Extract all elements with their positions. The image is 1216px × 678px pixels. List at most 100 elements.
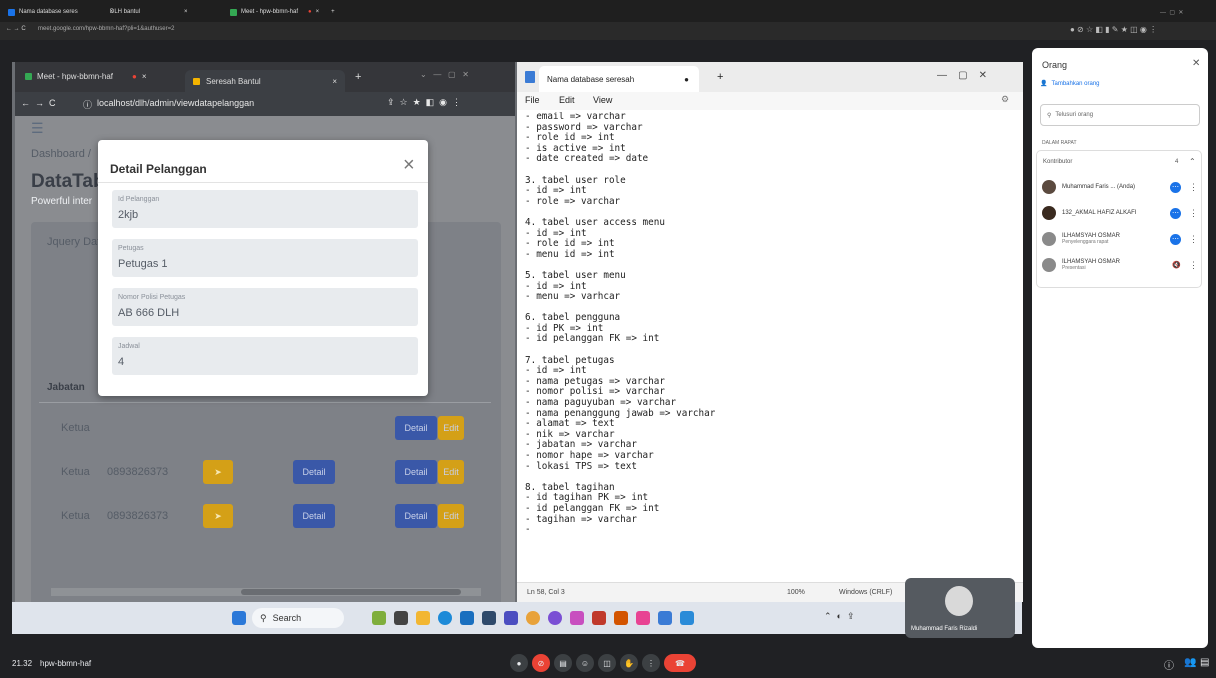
more-options-icon[interactable]: ⋯: [1170, 233, 1181, 245]
app-icon[interactable]: [504, 611, 518, 625]
extension-icons[interactable]: ● ⊘ ☆ ◧ ▮ ✎ ★ ◫ ◉ ⋮: [1070, 25, 1157, 34]
cursor-position: Ln 58, Col 3: [527, 589, 565, 596]
search-icon: ⚲: [260, 612, 267, 623]
chat-icon[interactable]: ▤: [1200, 657, 1209, 668]
outer-window-controls[interactable]: — ▢ ✕: [1160, 6, 1183, 18]
close-icon[interactable]: ✕: [1192, 58, 1200, 69]
nav-icons[interactable]: ← → C: [6, 26, 26, 32]
meeting-time: 21.32: [12, 659, 33, 668]
info-icon[interactable]: ⓘ: [83, 98, 92, 111]
menu-icon[interactable]: ⋮: [1189, 234, 1198, 245]
start-icon[interactable]: [232, 611, 246, 625]
meet-controls-bar: 21.32 hpw-bbmn-haf ● ⊘ ▤ ☺ ◫ ✋ ⋮ ☎ ⓘ 👥 ▤: [0, 648, 1216, 678]
notepad-text-area[interactable]: - email => varchar - password => varchar -…: [525, 112, 1005, 582]
menu-icon[interactable]: ⋮: [1189, 182, 1198, 193]
text-line: - nomor hape => varchar: [525, 450, 654, 461]
more-options-icon[interactable]: ⋯: [1170, 181, 1181, 193]
widgets-icon[interactable]: [372, 611, 386, 625]
tray-icons[interactable]: ⌃ ◐ ⇪: [824, 611, 855, 622]
camera-off-icon[interactable]: ⊘: [532, 654, 550, 672]
edit-button[interactable]: Edit: [438, 416, 464, 440]
menu-edit[interactable]: Edit: [559, 95, 575, 105]
detail-button[interactable]: Detail: [395, 460, 437, 484]
menu-icon[interactable]: ⋮: [1189, 208, 1198, 219]
avatar: [1042, 180, 1056, 194]
participant-row[interactable]: ILHAMSYAH OSMAR Penyelenggara rapat ⋯ ⋮: [1042, 228, 1198, 250]
chat-icon[interactable]: [548, 611, 562, 625]
new-tab-button[interactable]: +: [717, 71, 723, 83]
outer-tab-3[interactable]: Meet - hpw-bbmn-haf ● × +: [230, 6, 335, 18]
menu-icon[interactable]: ⋮: [1189, 260, 1198, 271]
jadwal-field[interactable]: Jadwal 4: [112, 337, 418, 375]
hang-up-button[interactable]: ☎: [664, 654, 696, 672]
breadcrumb[interactable]: Dashboard /: [31, 148, 91, 160]
app-icon[interactable]: [592, 611, 606, 625]
inner-tab-meet[interactable]: Meet - hpw-bbmn-haf ● ×: [25, 72, 147, 81]
add-people-button[interactable]: 👤 Tambahkan orang: [1040, 80, 1100, 88]
instagram-icon[interactable]: [636, 611, 650, 625]
app-icon[interactable]: [482, 611, 496, 625]
participant-row[interactable]: Muhammad Faris ... (Anda) ⋯ ⋮: [1042, 176, 1198, 198]
collapse-icon[interactable]: ⌃: [1189, 157, 1196, 166]
app-icon[interactable]: [614, 611, 628, 625]
location-icon-button[interactable]: ➤: [203, 460, 233, 484]
toolbar-icons[interactable]: ⇪ ☆ ★ ◧ ◉ ⋮: [387, 97, 461, 108]
self-video-tile[interactable]: Muhammad Faris Rizaldi: [905, 578, 1015, 638]
captions-icon[interactable]: ▤: [554, 654, 572, 672]
emoji-icon[interactable]: ☺: [576, 654, 594, 672]
raise-hand-icon[interactable]: ✋: [620, 654, 638, 672]
mic-icon[interactable]: ●: [510, 654, 528, 672]
app-icon[interactable]: [570, 611, 584, 625]
detail-button[interactable]: Detail: [395, 416, 437, 440]
more-options-icon[interactable]: ⋯: [1170, 207, 1181, 219]
store-icon[interactable]: [460, 611, 474, 625]
panel-title: Orang: [1042, 60, 1068, 70]
vscode-icon[interactable]: [680, 611, 694, 625]
edge-icon[interactable]: [438, 611, 452, 625]
outer-url[interactable]: meet.google.com/hpw-bbmn-haf?pli=1&authu…: [38, 26, 174, 32]
menu-view[interactable]: View: [593, 95, 612, 105]
menu-toggle-icon[interactable]: ☰: [31, 120, 44, 137]
info-icon[interactable]: ⓘ: [1164, 657, 1174, 672]
edit-button[interactable]: Edit: [438, 460, 464, 484]
settings-icon[interactable]: ⚙: [1001, 94, 1009, 105]
detail-button[interactable]: Detail: [395, 504, 437, 528]
notepad-taskbar-icon[interactable]: [658, 611, 672, 625]
notepad-tab[interactable]: Nama database seresah ●: [539, 66, 699, 92]
inner-tab-meet-label: Meet - hpw-bbmn-haf: [37, 72, 114, 81]
chrome-icon[interactable]: [526, 611, 540, 625]
inner-window-controls[interactable]: ⌄ — ▢ ✕: [420, 70, 469, 79]
line-ending: Windows (CRLF): [839, 589, 893, 596]
edit-button[interactable]: Edit: [438, 504, 464, 528]
more-options-icon[interactable]: ⋮: [642, 654, 660, 672]
present-icon[interactable]: ◫: [598, 654, 616, 672]
inner-url[interactable]: localhost/dlh/admin/viewdatapelanggan: [97, 98, 254, 108]
field-label: Id Pelanggan: [118, 196, 160, 203]
close-icon[interactable]: ×: [403, 154, 415, 177]
taskbar-search[interactable]: ⚲ Search: [252, 608, 344, 628]
location-icon-button[interactable]: ➤: [203, 504, 233, 528]
detail-button[interactable]: Detail: [293, 460, 335, 484]
inner-tab-seresah[interactable]: Seresah Bantul ×: [185, 70, 345, 92]
nomor-polisi-field[interactable]: Nomor Polisi Petugas AB 666 DLH: [112, 288, 418, 326]
detail-button[interactable]: Detail: [293, 504, 335, 528]
id-pelanggan-field[interactable]: Id Pelanggan 2kjb: [112, 190, 418, 228]
task-view-icon[interactable]: [394, 611, 408, 625]
petugas-field[interactable]: Petugas Petugas 1: [112, 239, 418, 277]
search-people-input[interactable]: ⚲ Telusuri orang: [1040, 104, 1200, 126]
nav-icons[interactable]: ← → C: [21, 98, 56, 108]
file-explorer-icon[interactable]: [416, 611, 430, 625]
participant-row[interactable]: ILHAMSYAH OSMAR Presentasi 🔇 ⋮: [1042, 254, 1198, 276]
group-label[interactable]: Kontributor: [1043, 159, 1072, 165]
people-icon[interactable]: 👥: [1184, 657, 1196, 668]
horizontal-scrollbar[interactable]: [51, 588, 481, 596]
outer-tab-1[interactable]: Nama database seres ×: [8, 6, 113, 18]
participant-row[interactable]: 132_AKMAL HAFIZ ALKAFI ⋯ ⋮: [1042, 202, 1198, 224]
new-tab-button[interactable]: +: [355, 71, 361, 83]
notepad-window-controls[interactable]: — ▢ ✕: [937, 70, 987, 81]
outer-tab-2[interactable]: DLH bantul ×: [110, 6, 188, 18]
menu-file[interactable]: File: [525, 95, 540, 105]
scrollbar-thumb[interactable]: [241, 589, 461, 595]
participant-name: Muhammad Faris ... (Anda): [1062, 184, 1136, 190]
notepad-window: Nama database seresah ● + — ▢ ✕ File Edit…: [517, 62, 1023, 602]
